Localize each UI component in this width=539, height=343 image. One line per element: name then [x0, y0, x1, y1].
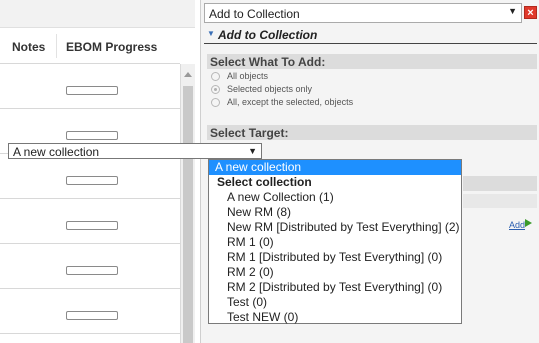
table-row[interactable]: [0, 289, 180, 334]
table-row[interactable]: [0, 199, 180, 244]
column-separator[interactable]: [56, 34, 57, 58]
panel-title: Add to Collection: [218, 28, 318, 42]
progress-bar: [66, 131, 118, 140]
radio-button[interactable]: [211, 72, 220, 81]
chevron-down-icon[interactable]: ▼: [508, 6, 517, 16]
table-row[interactable]: [0, 154, 180, 199]
radio-label: Selected objects only: [227, 84, 313, 94]
dropdown-option[interactable]: New RM [Distributed by Test Everything] …: [209, 220, 461, 235]
dropdown-option[interactable]: Test (0): [209, 295, 461, 310]
dropdown-option-highlighted[interactable]: A new collection: [209, 160, 461, 175]
radio-label: All objects: [227, 71, 269, 81]
radio-label: All, except the selected, objects: [227, 97, 354, 107]
add-link[interactable]: Add: [509, 220, 525, 230]
close-icon[interactable]: ×: [524, 6, 537, 19]
chevron-down-icon[interactable]: ▼: [248, 146, 257, 156]
radio-button[interactable]: [211, 98, 220, 107]
select-what-label: Select What To Add:: [210, 55, 326, 69]
table-row[interactable]: [0, 244, 180, 289]
target-select[interactable]: A new collection ▼: [8, 143, 262, 159]
hidden-section-header: [463, 176, 537, 191]
progress-bar: [66, 176, 118, 185]
progress-bar: [66, 311, 118, 320]
grid-toolbar: [0, 0, 195, 28]
scroll-thumb[interactable]: [183, 86, 193, 343]
column-header-notes[interactable]: Notes: [12, 40, 45, 54]
dropdown-option[interactable]: RM 2 (0): [209, 265, 461, 280]
table-row[interactable]: [0, 64, 180, 109]
grid-header: Notes EBOM Progress: [0, 28, 180, 64]
target-dropdown-list[interactable]: A new collection Select collection A new…: [208, 159, 462, 324]
dropdown-option[interactable]: A new Collection (1): [209, 190, 461, 205]
dropdown-option[interactable]: RM 1 [Distributed by Test Everything] (0…: [209, 250, 461, 265]
action-select[interactable]: Add to Collection ▼: [204, 3, 522, 23]
progress-bar: [66, 221, 118, 230]
panel-title-bar[interactable]: ▼ Add to Collection: [204, 26, 537, 44]
select-target-label: Select Target:: [210, 126, 289, 140]
column-header-ebom-progress[interactable]: EBOM Progress: [66, 40, 157, 54]
dropdown-option[interactable]: Test NEW (0): [209, 310, 461, 325]
select-what-header: Select What To Add:: [207, 54, 537, 69]
progress-bar: [66, 266, 118, 275]
dropdown-option[interactable]: New RM (8): [209, 205, 461, 220]
action-select-value: Add to Collection: [209, 7, 300, 21]
radio-button-selected[interactable]: [211, 85, 220, 94]
dropdown-option[interactable]: RM 1 (0): [209, 235, 461, 250]
hidden-section-row: [463, 194, 537, 208]
select-target-header: Select Target:: [207, 125, 537, 140]
target-select-value: A new collection: [13, 145, 100, 159]
grid-area: Notes EBOM Progress: [0, 0, 195, 343]
dropdown-group-label: Select collection: [217, 175, 312, 189]
vertical-scrollbar[interactable]: [180, 64, 195, 343]
collapse-triangle-icon[interactable]: ▼: [207, 29, 215, 38]
arrow-right-icon[interactable]: [525, 219, 532, 227]
dropdown-option[interactable]: RM 2 [Distributed by Test Everything] (0…: [209, 280, 461, 295]
scroll-up-icon[interactable]: [184, 72, 192, 77]
progress-bar: [66, 86, 118, 95]
